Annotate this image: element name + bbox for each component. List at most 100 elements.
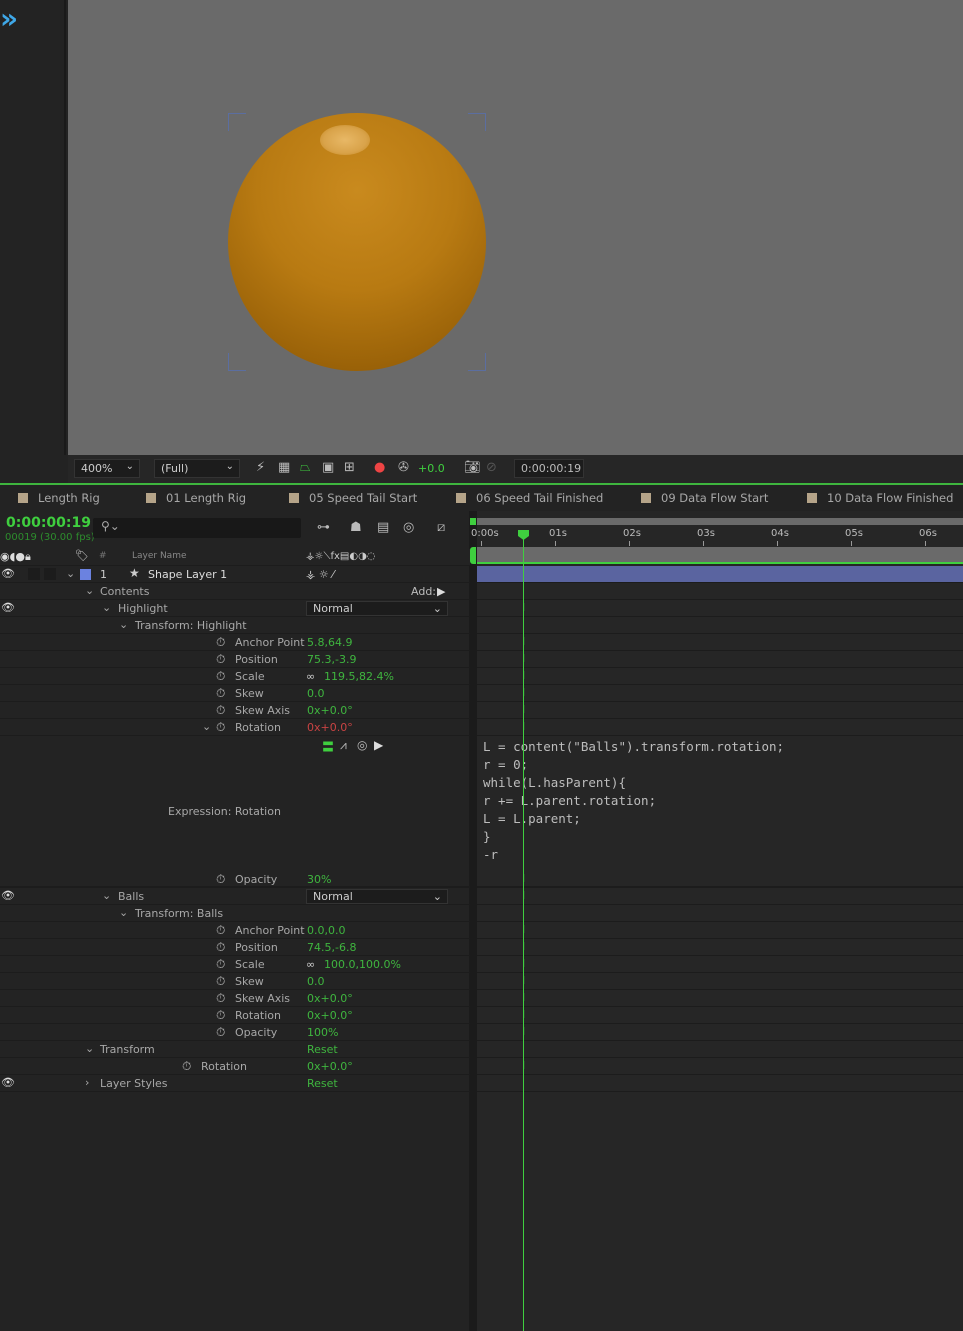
timeline-row[interactable]: I [477,939,963,956]
expression-editor[interactable]: L = content("Balls").transform.rotation;… [483,738,784,864]
property-value[interactable]: 0x+0.0° [307,721,353,734]
property-value[interactable]: 0.0,0.0 [307,924,345,937]
property-value[interactable]: Reset [307,1077,338,1090]
property-value[interactable]: 0x+0.0° [307,704,353,717]
expression-language-menu-icon[interactable]: ▶ [374,738,383,752]
stopwatch-icon[interactable]: ⏱︎ [216,635,225,650]
property-row[interactable]: ⏱︎ Skew 0.0 [0,685,470,702]
property-row[interactable]: 👁︎ ⌄ Highlight Normal ⌄ [0,600,470,617]
tab-05-speed-tail-start[interactable]: 05 Speed Tail Start [289,491,417,505]
stopwatch-icon[interactable]: ⏱︎ [216,669,225,684]
twirl-open-icon[interactable]: ⌄ [85,584,94,597]
timeline-row[interactable]: I [477,990,963,1007]
property-value[interactable]: 0x+0.0° [307,1009,353,1022]
property-row[interactable]: ⏱︎ Skew 0.0 [0,973,470,990]
property-value[interactable]: 100% [307,1026,338,1039]
work-area-bar[interactable] [477,547,963,564]
composition-flowchart-icon[interactable]: ⊶ [317,520,330,535]
property-row[interactable]: ⏱︎ Rotation 0x+0.0° [0,1007,470,1024]
twirl-open-icon[interactable]: ⌄ [119,906,128,919]
property-value[interactable]: 0x+0.0° [307,1060,353,1073]
timeline-row[interactable]: I [477,634,963,651]
blend-mode-dropdown[interactable]: Normal ⌄ [306,889,448,904]
panel-divider[interactable] [469,511,477,1331]
exposure-reset-icon[interactable]: ✇ [398,460,409,475]
twirl-closed-icon[interactable]: › [85,1076,89,1089]
motion-blur-icon[interactable]: ◎ [403,520,414,535]
stopwatch-icon[interactable]: ⏱︎ [216,940,225,955]
tab-06-speed-tail-finished[interactable]: 06 Speed Tail Finished [456,491,603,505]
property-value[interactable]: 119.5,82.4% [324,670,394,683]
timeline-row[interactable]: I [477,922,963,939]
layer-search-input[interactable]: ⚲⌄ [93,518,301,538]
add-content-button[interactable]: Add: [411,585,436,598]
layer-name[interactable]: Shape Layer 1 [148,568,227,581]
transparency-grid-icon[interactable]: ▦ [278,460,290,475]
property-value[interactable]: 0.0 [307,975,325,988]
expression-enable-icon[interactable]: 〓 [322,738,334,755]
mask-path-icon[interactable]: ⏢ [300,460,310,475]
timeline-row[interactable]: I [477,600,963,617]
layer-duration-bar[interactable] [477,566,963,583]
timeline-row[interactable]: I [477,651,963,668]
stopwatch-icon[interactable]: ⏱︎ [216,991,225,1006]
timeline-row[interactable]: I [477,956,963,973]
stopwatch-icon[interactable]: ⏱︎ [216,1025,225,1040]
property-row[interactable]: ⌄ Transform: Balls [0,905,470,922]
snapshot-camera-icon[interactable]: 📷︎ [464,460,481,475]
layer-row[interactable]: 👁︎ ⌄ 1 ★ Shape Layer 1 ⚶ ☼ ⁄ [0,566,470,583]
stopwatch-icon[interactable]: ⏱︎ [216,703,225,718]
tab-01-length-rig[interactable]: 01 Length Rig [146,491,246,505]
stopwatch-icon[interactable]: ⏱︎ [216,923,225,938]
twirl-open-icon[interactable]: ⌄ [85,1042,94,1055]
timeline-row[interactable]: I [477,1007,963,1024]
playhead-line[interactable] [523,530,524,1331]
twirl-open-icon[interactable]: ⌄ [102,601,111,614]
layer-label-color[interactable] [80,569,91,580]
graph-editor-icon[interactable]: ⧄ [437,520,445,535]
timeline-row[interactable] [477,1041,963,1058]
property-row[interactable]: ⌄ Transform: Highlight [0,617,470,634]
safe-zones-icon[interactable]: ▣ [322,460,334,475]
current-time[interactable]: 0:00:00:19 [6,515,91,531]
eye-icon[interactable]: 👁︎ [1,889,15,902]
property-value[interactable]: Reset [307,1043,338,1056]
twirl-open-icon[interactable]: ⌄ [202,720,211,733]
timeline-row[interactable]: I [477,1058,963,1075]
stopwatch-icon[interactable]: ⏱︎ [216,652,225,667]
expression-graph-icon[interactable]: ⩘ [340,738,347,753]
property-row[interactable]: ⏱︎ Position 74.5,-6.8 [0,939,470,956]
timeline-row[interactable]: I [477,973,963,990]
pick-whip-icon[interactable]: ◎ [357,738,367,752]
property-row[interactable]: ⌄ Contents Add: ▶ [0,583,470,600]
property-row[interactable]: 👁︎ › Layer Styles Reset [0,1075,470,1092]
timeline-row[interactable]: I [477,668,963,685]
property-row[interactable]: ⏱︎ Rotation 0x+0.0° [0,1058,470,1075]
timeline-row[interactable] [477,583,963,600]
constrain-proportions-icon[interactable]: ∞ [306,670,315,683]
column-layer-name[interactable]: Layer Name [132,551,187,561]
eye-icon[interactable]: 👁︎ [1,601,15,614]
property-row[interactable]: ⏱︎ Anchor Point 5.8,64.9 [0,634,470,651]
property-value[interactable]: 74.5,-6.8 [307,941,356,954]
tab-10-data-flow-finished[interactable]: 10 Data Flow Finished [807,491,953,505]
timeline-row[interactable]: I [477,719,963,736]
timeline-row[interactable]: I [477,685,963,702]
expand-chevrons-icon[interactable]: » [0,2,18,35]
property-value[interactable]: 0.0 [307,687,325,700]
shy-layers-icon[interactable]: ☗ [350,520,362,535]
stopwatch-icon[interactable]: ⏱︎ [216,720,225,735]
zoom-dropdown[interactable]: 400% ⌄ [74,459,140,478]
resolution-dropdown[interactable]: (Full) ⌄ [154,459,240,478]
solo-toggle[interactable] [28,568,40,580]
blend-mode-dropdown[interactable]: Normal ⌄ [306,601,448,616]
add-play-icon[interactable]: ▶ [437,585,445,598]
exposure-value[interactable]: +0.0 [418,462,445,475]
composition-viewer[interactable] [68,0,963,455]
stopwatch-icon[interactable]: ⏱︎ [216,974,225,989]
timeline-row[interactable] [477,905,963,922]
timeline-row[interactable]: I [477,888,963,905]
property-row[interactable]: 👁︎ ⌄ Balls Normal ⌄ [0,888,470,905]
stopwatch-icon[interactable]: ⏱︎ [216,957,225,972]
stopwatch-icon[interactable]: ⏱︎ [182,1059,191,1074]
